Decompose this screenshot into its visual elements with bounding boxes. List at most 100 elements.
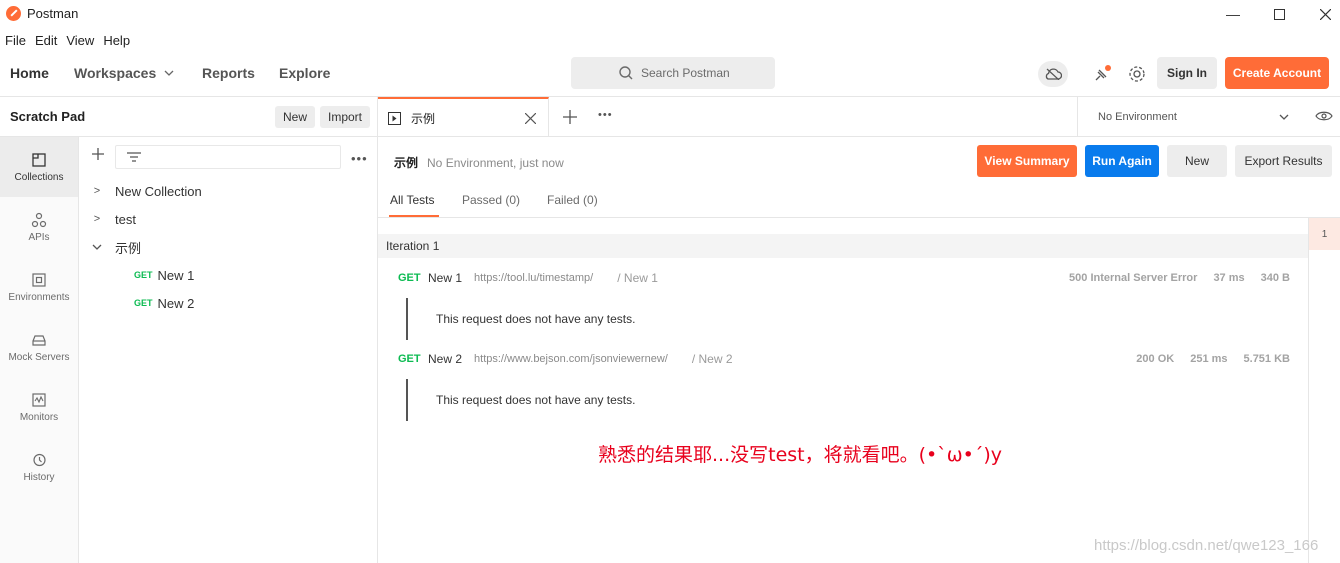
close-tab-icon[interactable]: [525, 112, 536, 124]
sidebar-item-apis[interactable]: APIs: [0, 197, 78, 257]
runner-collection-name: 示例: [394, 156, 419, 170]
tab-failed[interactable]: Failed (0): [547, 193, 598, 207]
new-tab-icon[interactable]: [563, 110, 577, 127]
menu-help[interactable]: Help: [103, 33, 130, 48]
workspace-header: Scratch Pad New Import: [0, 97, 378, 137]
add-collection-icon[interactable]: [91, 147, 105, 161]
menu-edit[interactable]: Edit: [35, 33, 57, 48]
import-button[interactable]: Import: [320, 106, 370, 128]
nav-explore[interactable]: Explore: [279, 65, 330, 81]
sidebar-item-label: Environments: [8, 291, 70, 303]
request-stats: 200 OK 251 ms 5.751 KB: [1136, 353, 1290, 365]
environment-select[interactable]: No Environment: [1077, 97, 1307, 137]
title-bar: Postman —: [0, 0, 1340, 28]
tabs-bar: 示例 ••• No Environment: [378, 97, 1340, 137]
search-icon: [619, 66, 633, 80]
request-url: https://www.bejson.com/jsonviewernew/: [474, 353, 668, 365]
tests-message: This request does not have any tests.: [406, 379, 635, 421]
runner-tab-icon: [388, 111, 401, 125]
table-row[interactable]: GET New 2 https://www.bejson.com/jsonvie…: [398, 349, 1308, 369]
nav-reports[interactable]: Reports: [202, 65, 255, 81]
close-window-icon[interactable]: [1302, 0, 1340, 28]
menu-file[interactable]: File: [5, 33, 26, 48]
list-item[interactable]: GET New 2: [79, 289, 377, 317]
chevron-right-icon: >: [93, 185, 101, 197]
create-account-button[interactable]: Create Account: [1225, 57, 1329, 89]
menu-view[interactable]: View: [66, 33, 94, 48]
iteration-index-column: 1: [1308, 218, 1340, 563]
nav-workspaces[interactable]: Workspaces: [74, 65, 174, 81]
response-size: 5.751 KB: [1243, 353, 1290, 365]
collection-name: 示例: [115, 240, 142, 256]
eye-icon[interactable]: [1315, 110, 1333, 125]
sidebar-item-monitors[interactable]: Monitors: [0, 377, 78, 437]
filter-input[interactable]: [115, 145, 341, 169]
tab-all-tests[interactable]: All Tests: [390, 193, 434, 207]
sidebar-item-environments[interactable]: Environments: [0, 257, 78, 317]
settings-gear-icon[interactable]: [1122, 61, 1152, 87]
list-item[interactable]: 示例: [79, 233, 377, 261]
method-badge: GET: [134, 270, 153, 280]
workspace-title: Scratch Pad: [10, 109, 86, 124]
request-path: / New 2: [691, 352, 733, 366]
method-badge: GET: [398, 272, 421, 284]
filter-icon: [127, 152, 141, 162]
tab-passed[interactable]: Passed (0): [462, 193, 520, 207]
tab-runner[interactable]: 示例: [378, 97, 549, 137]
response-time: 37 ms: [1213, 272, 1245, 284]
nav-home[interactable]: Home: [10, 65, 49, 81]
icon-sidebar: Collections APIs Environments Mock Serve…: [0, 137, 79, 563]
collections-icon: [32, 152, 46, 167]
export-results-button[interactable]: Export Results: [1235, 145, 1332, 177]
apis-icon: [31, 212, 47, 227]
sidebar-item-collections[interactable]: Collections: [0, 137, 78, 197]
mock-servers-icon: [32, 334, 46, 346]
table-row[interactable]: GET New 1 https://tool.lu/timestamp/ / N…: [398, 268, 1308, 288]
search-placeholder: Search Postman: [641, 66, 730, 80]
request-stats: 500 Internal Server Error 37 ms 340 B: [1069, 272, 1290, 284]
iteration-header: Iteration 1: [378, 234, 1308, 258]
runner-summary: 示例 No Environment, just now: [394, 154, 564, 171]
chevron-right-icon: >: [93, 213, 101, 225]
window-title: Postman: [27, 6, 79, 21]
request-name: New 2: [157, 295, 195, 311]
new-run-button[interactable]: New: [1167, 145, 1227, 177]
collections-tree: ••• > New Collection > test 示例 GET New 1…: [79, 137, 378, 563]
run-again-button[interactable]: Run Again: [1085, 145, 1159, 177]
status-badge: 200 OK: [1136, 353, 1175, 365]
cloud-sync-icon[interactable]: [1038, 61, 1068, 87]
sidebar-item-mock-servers[interactable]: Mock Servers: [0, 317, 78, 377]
method-badge: GET: [134, 298, 153, 308]
iteration-number[interactable]: 1: [1309, 218, 1340, 250]
sidebar-item-label: Collections: [14, 171, 64, 183]
sidebar-item-label: Monitors: [19, 411, 59, 423]
environments-icon: [32, 272, 46, 287]
chevron-down-icon: [164, 70, 174, 76]
iteration-label: Iteration 1: [386, 239, 440, 253]
more-options-icon[interactable]: •••: [351, 151, 368, 166]
maximize-icon[interactable]: [1256, 0, 1302, 28]
chevron-down-icon: [1279, 114, 1289, 120]
new-button[interactable]: New: [275, 106, 315, 128]
minimize-icon[interactable]: —: [1210, 0, 1256, 28]
request-name: New 1: [428, 271, 463, 285]
list-item[interactable]: GET New 1: [79, 261, 377, 289]
chevron-down-icon: [79, 241, 115, 253]
list-item[interactable]: > test: [79, 205, 377, 233]
app-header: Home Workspaces Reports Explore Search P…: [0, 52, 1340, 97]
list-item[interactable]: > New Collection: [79, 177, 377, 205]
sidebar-item-history[interactable]: History: [0, 437, 78, 497]
sign-in-button[interactable]: Sign In: [1157, 57, 1217, 89]
satellite-icon[interactable]: [1087, 61, 1117, 87]
watermark: https://blog.csdn.net/qwe123_166: [1094, 537, 1319, 554]
view-summary-button[interactable]: View Summary: [977, 145, 1077, 177]
request-path: / New 1: [617, 271, 658, 285]
history-icon: [33, 453, 46, 466]
menu-bar: File Edit View Help: [0, 30, 134, 50]
collection-name: test: [115, 211, 136, 227]
status-badge: 500 Internal Server Error: [1069, 272, 1198, 284]
environment-label: No Environment: [1098, 111, 1177, 123]
more-tabs-icon[interactable]: •••: [598, 109, 613, 121]
search-input[interactable]: Search Postman: [571, 57, 775, 89]
sidebar-item-label: Mock Servers: [8, 351, 70, 363]
